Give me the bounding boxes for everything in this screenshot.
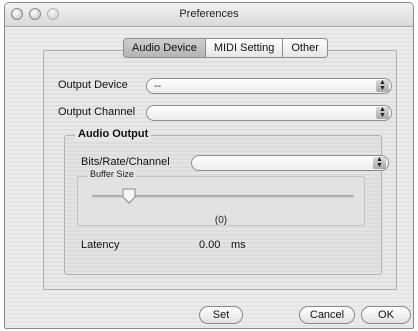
buffer-size-title: Buffer Size (88, 169, 136, 179)
tab-bar: Audio Device MIDI Setting Other (123, 38, 328, 58)
ok-button[interactable]: OK (361, 306, 411, 324)
output-channel-label: Output Channel (58, 106, 136, 118)
title-bar[interactable]: Preferences (5, 3, 413, 27)
output-device-label: Output Device (58, 79, 128, 91)
tab-other[interactable]: Other (283, 38, 328, 58)
buffer-size-slider-thumb[interactable] (121, 188, 137, 204)
buffer-size-value: (0) (214, 215, 228, 226)
preferences-window: Preferences Output Device -- ▲ ▼ Output C… (4, 2, 414, 329)
set-button[interactable]: Set (199, 306, 243, 324)
updown-arrows-icon: ▲ ▼ (373, 156, 386, 169)
tab-panel: Output Device -- ▲ ▼ Output Channel ▲ ▼ Au… (43, 50, 397, 290)
latency-unit: ms (231, 239, 246, 251)
window-title: Preferences (179, 8, 239, 20)
latency-label: Latency (81, 239, 120, 251)
bits-rate-channel-popup[interactable]: ▲ ▼ (191, 155, 389, 171)
buffer-size-group: Buffer Size (0) (77, 169, 365, 226)
audio-output-title: Audio Output (75, 128, 152, 140)
output-device-value: -- (154, 80, 162, 92)
bits-rate-channel-label: Bits/Rate/Channel (81, 156, 170, 168)
output-channel-popup[interactable]: ▲ ▼ (146, 105, 392, 121)
tab-midi-setting[interactable]: MIDI Setting (205, 38, 284, 58)
cancel-button[interactable]: Cancel (299, 306, 355, 324)
updown-arrows-icon: ▲ ▼ (376, 79, 389, 92)
output-device-popup[interactable]: -- ▲ ▼ (146, 78, 392, 94)
audio-output-group: Audio Output Bits/Rate/Channel ▲ ▼ Buffer… (64, 128, 389, 275)
updown-arrows-icon: ▲ ▼ (376, 106, 389, 119)
tab-audio-device[interactable]: Audio Device (123, 38, 206, 58)
latency-value: 0.00 (199, 239, 221, 251)
